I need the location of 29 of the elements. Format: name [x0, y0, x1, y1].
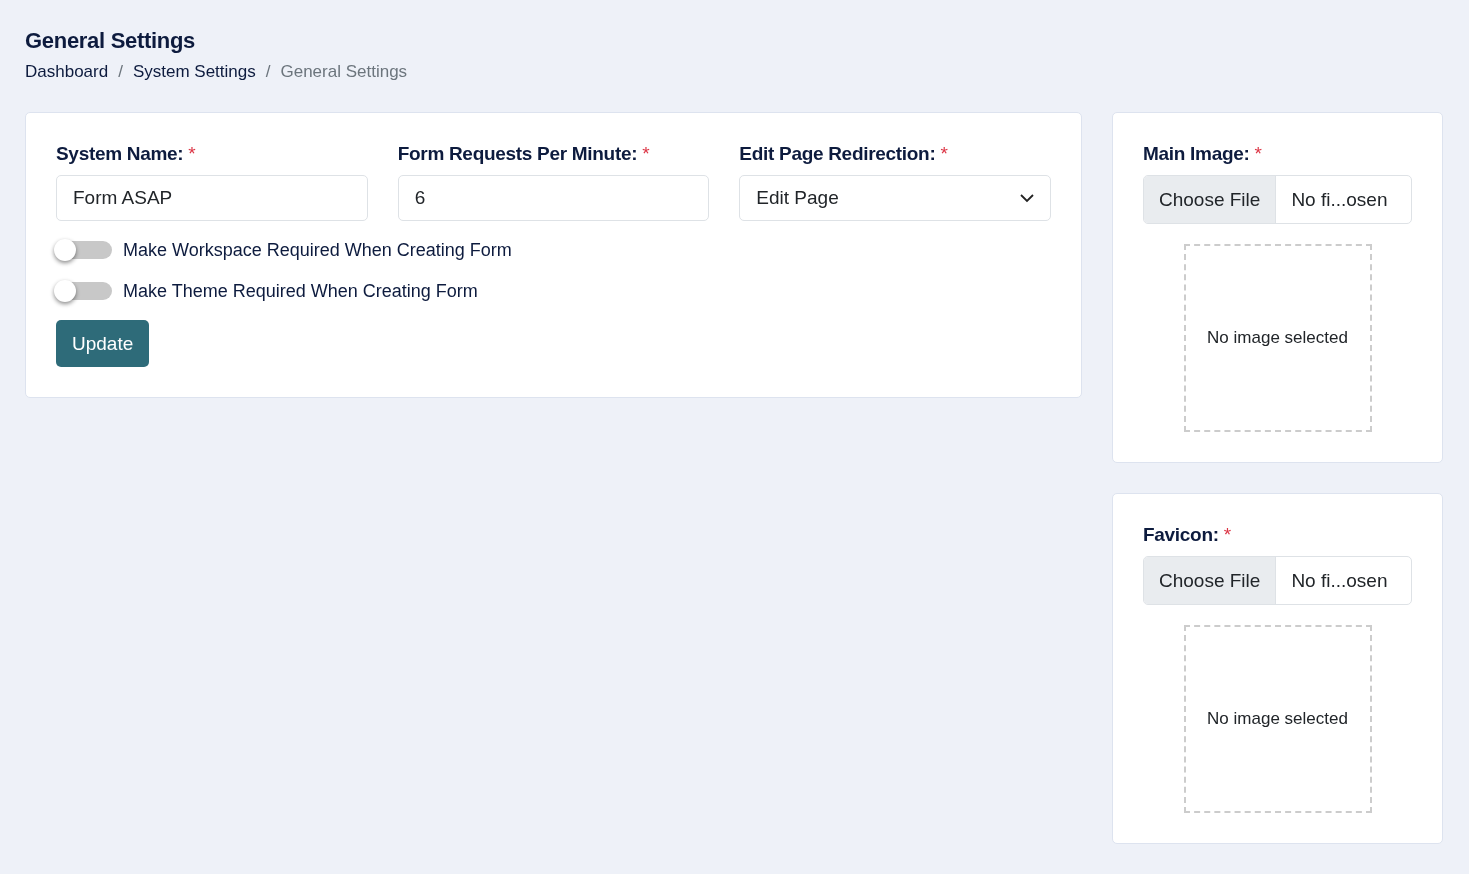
page-title: General Settings — [25, 28, 197, 54]
field-label: Favicon: — [1143, 524, 1219, 545]
text-field[interactable]: 6 — [397, 175, 710, 221]
required-mark: * — [642, 143, 650, 164]
toggle-switch[interactable] — [56, 241, 112, 259]
image-preview: No image selected — [1183, 244, 1372, 432]
toggle-label: Make Workspace Required When Creating Form — [123, 239, 512, 261]
breadcrumb-separator: / — [118, 62, 123, 82]
field-label: Main Image: — [1143, 143, 1250, 164]
required-mark: * — [188, 143, 196, 164]
text-field[interactable]: Form ASAP — [56, 175, 368, 221]
update-button[interactable]: Update — [56, 320, 150, 367]
field-label: System Name: — [56, 143, 184, 164]
breadcrumb-separator: / — [265, 62, 271, 82]
field-label: Form Requests Per Minute: — [397, 143, 638, 164]
chevron-down-icon — [1020, 193, 1034, 203]
image-preview: No image selected — [1183, 625, 1372, 813]
toggle-label: Make Theme Required When Creating Form — [123, 280, 478, 302]
field-label: Edit Page Redirection: — [739, 143, 936, 164]
required-mark: * — [1223, 524, 1231, 545]
breadcrumb-link[interactable]: Dashboard — [25, 62, 109, 82]
file-input[interactable]: Choose File No fi...osen — [1143, 175, 1412, 224]
required-mark: * — [940, 143, 948, 164]
breadcrumb-link[interactable]: System Settings — [132, 62, 256, 82]
breadcrumb-current: General Settings — [280, 62, 408, 82]
select-dropdown[interactable]: Edit Page — [739, 175, 1051, 221]
file-input[interactable]: Choose File No fi...osen — [1143, 556, 1412, 605]
toggle-switch[interactable] — [56, 282, 112, 300]
required-mark: * — [1254, 143, 1262, 164]
